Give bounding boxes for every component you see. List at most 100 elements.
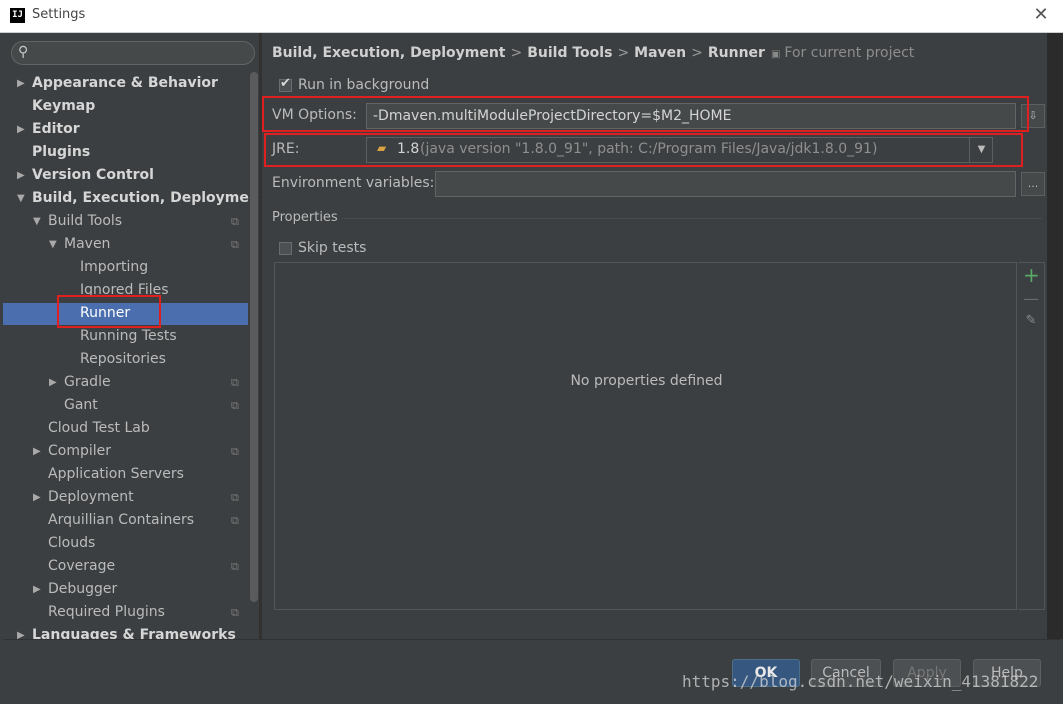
close-icon[interactable]: ✕ bbox=[1030, 4, 1052, 26]
tree-item-label: Keymap bbox=[32, 98, 96, 114]
tree-item[interactable]: ▶ Editor bbox=[3, 118, 248, 141]
empty-state-text: No properties defined bbox=[570, 373, 723, 389]
tree-item-label: Plugins bbox=[32, 144, 91, 160]
tree-item-label: Repositories bbox=[80, 351, 166, 367]
breadcrumb-item: Build Tools bbox=[527, 45, 613, 61]
tree-item[interactable]: Gant ⧉ bbox=[3, 394, 248, 417]
breadcrumb-item: Maven bbox=[634, 45, 687, 61]
browse-environment-variables-button[interactable]: ... bbox=[1021, 172, 1045, 196]
tree-item-label: Arquillian Containers bbox=[48, 512, 195, 528]
project-scope-icon: ⧉ bbox=[231, 215, 239, 228]
collapsed-arrow-icon[interactable]: ▶ bbox=[17, 624, 27, 639]
window-title-bar: IJ Settings ✕ bbox=[0, 0, 1063, 33]
tree-item[interactable]: ▶ Appearance & Behavior bbox=[3, 72, 248, 95]
project-scope-label: For current project bbox=[784, 45, 915, 61]
collapsed-arrow-icon[interactable]: ▶ bbox=[17, 118, 27, 141]
breadcrumb-item: Runner bbox=[707, 45, 765, 61]
tree-item-label: Application Servers bbox=[48, 466, 184, 482]
breadcrumb-separator: > bbox=[617, 45, 630, 61]
tree-item[interactable]: ▼ Build Tools ⧉ bbox=[3, 210, 248, 233]
tree-item-label: Cloud Test Lab bbox=[48, 420, 150, 436]
tree-item[interactable]: ▶ Gradle ⧉ bbox=[3, 371, 248, 394]
tree-item[interactable]: Required Plugins ⧉ bbox=[3, 601, 248, 624]
collapsed-arrow-icon[interactable]: ▶ bbox=[33, 440, 43, 463]
tree-item[interactable]: ▶ Languages & Frameworks bbox=[3, 624, 248, 639]
tree-item[interactable]: Keymap bbox=[3, 95, 248, 118]
tree-item-label: Debugger bbox=[48, 581, 118, 597]
run-in-background-checkbox[interactable]: ✔ bbox=[279, 76, 292, 92]
breadcrumb-separator: > bbox=[510, 45, 523, 61]
project-scope-icon: ⧉ bbox=[231, 491, 239, 504]
add-icon[interactable]: + bbox=[1023, 263, 1040, 287]
tree-item-label: Build, Execution, Deployment bbox=[32, 190, 260, 206]
tree-item-label: Compiler bbox=[48, 443, 112, 459]
tree-item[interactable]: ▼ Build, Execution, Deployment bbox=[3, 187, 260, 210]
expanded-arrow-icon[interactable]: ▼ bbox=[17, 187, 27, 210]
tree-item-label: Appearance & Behavior bbox=[32, 75, 218, 91]
tree-item[interactable]: Plugins bbox=[3, 141, 248, 164]
tree-item-label: Running Tests bbox=[80, 328, 177, 344]
tree-scrollbar[interactable] bbox=[250, 72, 258, 602]
window-title: Settings bbox=[32, 7, 86, 22]
tree-item[interactable]: Arquillian Containers ⧉ bbox=[3, 509, 248, 532]
collapsed-arrow-icon[interactable]: ▶ bbox=[49, 371, 59, 394]
project-scope-icon: ⧉ bbox=[231, 238, 239, 251]
collapsed-arrow-icon[interactable]: ▶ bbox=[17, 164, 27, 187]
tree-item[interactable]: ▶ Version Control bbox=[3, 164, 248, 187]
collapsed-arrow-icon[interactable]: ▶ bbox=[33, 486, 43, 509]
tree-item-label: Maven bbox=[64, 236, 111, 252]
skip-tests-checkbox[interactable] bbox=[279, 242, 292, 255]
tree-item-label: Version Control bbox=[32, 167, 154, 183]
remove-icon[interactable]: — bbox=[1023, 289, 1039, 308]
tree-item-label: Build Tools bbox=[48, 213, 123, 229]
tree-item-label: Editor bbox=[32, 121, 80, 137]
section-divider bbox=[342, 218, 1042, 219]
tree-item[interactable]: Importing bbox=[3, 256, 248, 279]
app-icon: IJ bbox=[10, 8, 25, 23]
footer-divider bbox=[3, 639, 1060, 640]
jre-highlight-box bbox=[264, 133, 1023, 167]
breadcrumb-item: Build, Execution, Deployment bbox=[272, 45, 506, 61]
edit-icon[interactable]: ✎ bbox=[1023, 313, 1039, 328]
collapsed-arrow-icon[interactable]: ▶ bbox=[17, 72, 27, 95]
tree-item[interactable]: ▶ Compiler ⧉ bbox=[3, 440, 248, 463]
expanded-arrow-icon[interactable]: ▼ bbox=[33, 210, 43, 233]
project-scope-icon: ⧉ bbox=[231, 376, 239, 389]
tree-item[interactable]: Clouds bbox=[3, 532, 248, 555]
tree-item[interactable]: Repositories bbox=[3, 348, 248, 371]
tree-item-label: Importing bbox=[80, 259, 149, 275]
tree-item[interactable]: ▼ Maven ⧉ bbox=[3, 233, 248, 256]
tree-item[interactable]: Running Tests bbox=[3, 325, 248, 348]
dialog-edge bbox=[1047, 33, 1063, 639]
tree-item-label: Deployment bbox=[48, 489, 134, 505]
project-scope-icon: ▣ bbox=[770, 49, 781, 60]
tree-item-label: Required Plugins bbox=[48, 604, 165, 620]
tree-item-label: Languages & Frameworks bbox=[32, 627, 236, 639]
tree-item[interactable]: ▶ Deployment ⧉ bbox=[3, 486, 248, 509]
skip-tests-label: Skip tests bbox=[298, 240, 367, 256]
environment-variables-input[interactable] bbox=[435, 171, 1016, 197]
checkmark-icon: ✔ bbox=[280, 76, 291, 91]
environment-variables-label: Environment variables: bbox=[272, 175, 435, 191]
breadcrumb-separator: > bbox=[691, 45, 703, 61]
tree-item-label: Gradle bbox=[64, 374, 111, 390]
tree-item-label: Coverage bbox=[48, 558, 116, 574]
project-scope-icon: ⧉ bbox=[231, 606, 239, 619]
project-scope-icon: ⧉ bbox=[231, 514, 239, 527]
properties-table[interactable]: No properties defined bbox=[274, 262, 1017, 610]
project-scope-icon: ⧉ bbox=[231, 560, 239, 573]
run-in-background-label: Run in background bbox=[298, 77, 430, 93]
tree-item[interactable]: Application Servers bbox=[3, 463, 248, 486]
tree-item[interactable]: ▶ Debugger bbox=[3, 578, 248, 601]
project-scope-icon: ⧉ bbox=[231, 445, 239, 458]
tree-item[interactable]: Cloud Test Lab bbox=[3, 417, 248, 440]
expanded-arrow-icon[interactable]: ▼ bbox=[49, 233, 59, 256]
breadcrumb: Build, Execution, Deployment > Build Tools… bbox=[272, 44, 914, 62]
tree-item[interactable]: Coverage ⧉ bbox=[3, 555, 248, 578]
search-input[interactable]: ⚲ bbox=[11, 41, 255, 65]
properties-toolbar: + — ✎ bbox=[1018, 262, 1045, 610]
tree-item-label: Clouds bbox=[48, 535, 96, 551]
collapsed-arrow-icon[interactable]: ▶ bbox=[33, 578, 43, 601]
vm-options-highlight-box bbox=[262, 96, 1029, 132]
settings-tree-panel: ▶ Appearance & Behavior Keymap ▶ Editor Plugi… bbox=[3, 33, 260, 639]
